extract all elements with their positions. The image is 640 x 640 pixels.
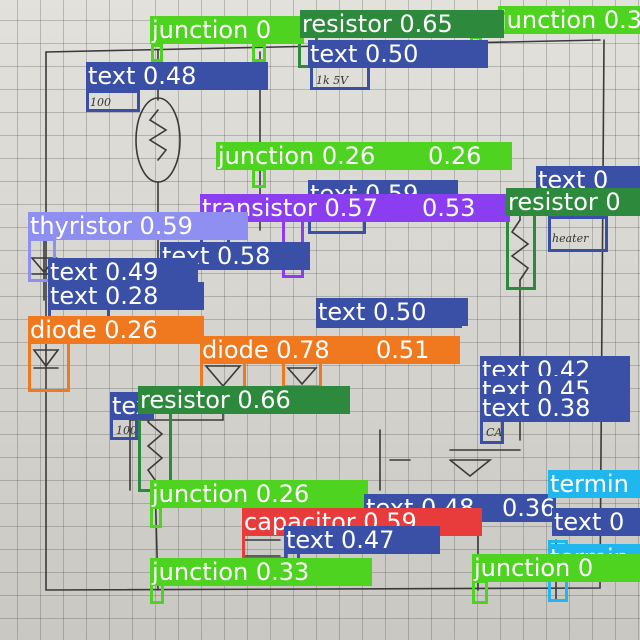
detection-label: resistor 0.65 <box>300 10 504 38</box>
detection-box-text <box>548 216 608 252</box>
detection-label: junction 0.26 <box>216 142 428 170</box>
detection-label: junction 0 <box>150 16 304 44</box>
detection-label: thyristor 0.59 <box>28 212 248 240</box>
detection-box-junction <box>151 44 163 62</box>
detection-box-junction <box>252 168 266 188</box>
detection-label: text 0.38 <box>480 394 630 422</box>
detection-canvas: 100 1k 5V heater 100 CA junction 0.33 ju… <box>0 0 640 640</box>
detection-label: junction 0.33 <box>150 558 372 586</box>
detection-label: diode 0.78 <box>200 336 378 364</box>
detection-label: text 0.28 <box>48 282 204 310</box>
detection-box-junction <box>252 44 266 62</box>
detection-label: text 0.48 <box>86 62 268 90</box>
detection-label: text 0 <box>552 508 640 536</box>
detection-label: junction 0 <box>472 554 640 582</box>
detection-label: junction 0.26 <box>150 480 368 508</box>
detection-label: resistor 0.66 <box>138 386 350 414</box>
detection-label: 0.26 <box>426 142 512 170</box>
detection-label: 0.53 <box>420 194 510 222</box>
detection-box-junction <box>472 580 488 604</box>
detection-label: text 0.50 <box>308 40 488 68</box>
detection-box-diode <box>28 338 70 392</box>
detection-box-diode <box>282 360 322 388</box>
detection-label: text 0.50 <box>316 298 468 326</box>
detection-label: 0.51 <box>374 336 460 364</box>
detection-box-text <box>86 90 140 112</box>
detection-label: 0.36 <box>500 494 556 522</box>
detection-label: diode 0.26 <box>28 316 204 344</box>
detection-box-resistor <box>506 212 536 290</box>
capacitor-symbol <box>449 459 493 478</box>
detection-label: resistor 0 <box>506 188 640 216</box>
detection-label: junction 0.33 <box>498 6 640 34</box>
detection-label: termin <box>548 470 640 498</box>
detection-box-junction <box>150 506 162 528</box>
detection-label: text 0.47 <box>284 526 440 554</box>
resistor-zigzag <box>148 109 168 161</box>
